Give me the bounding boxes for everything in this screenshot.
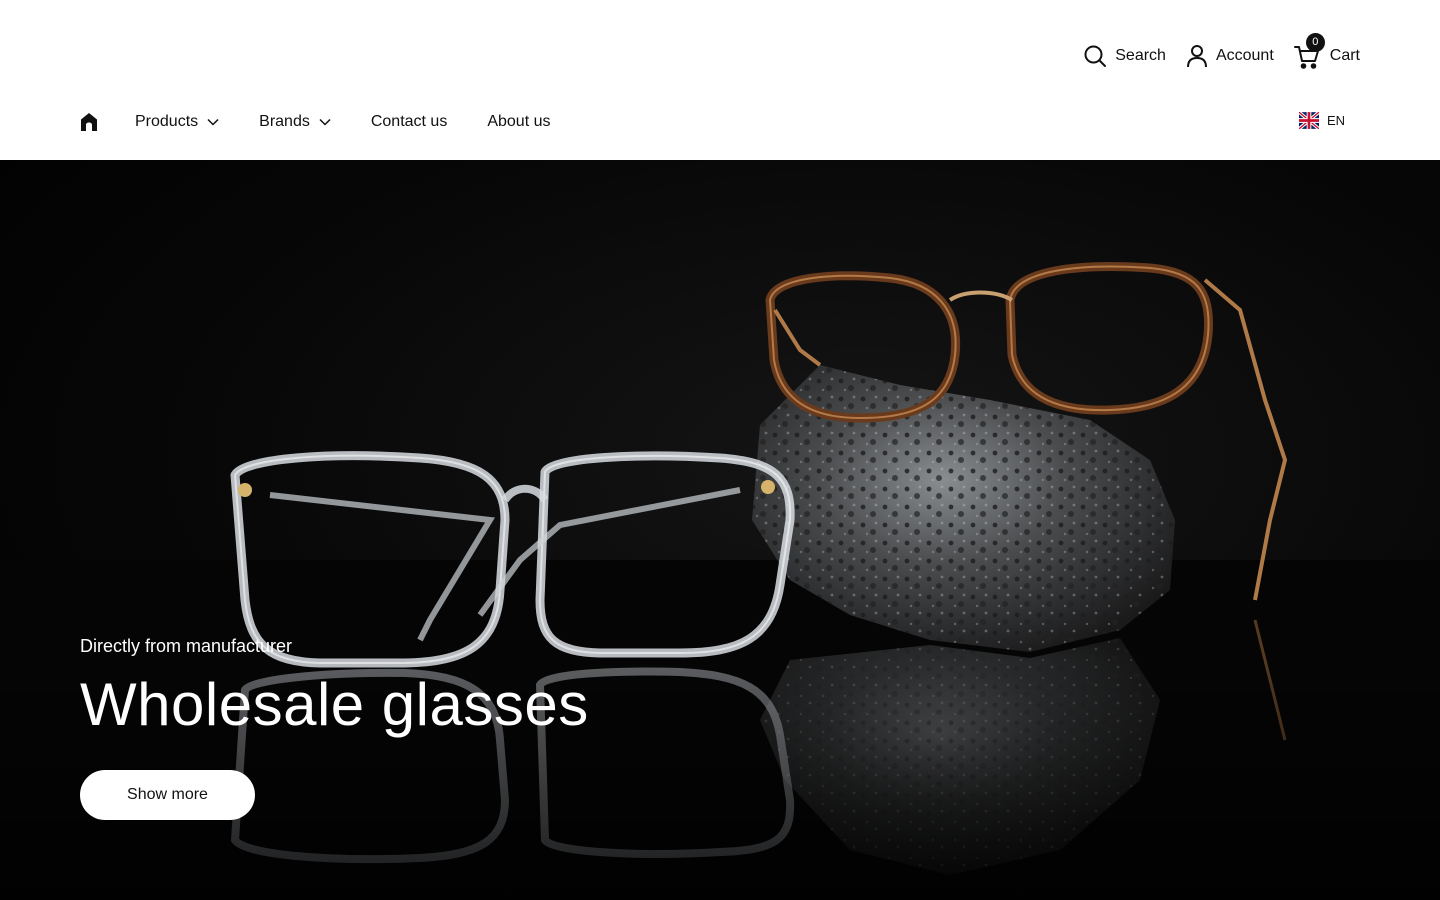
language-selector[interactable]: EN (1298, 112, 1345, 129)
account-label: Account (1215, 47, 1274, 64)
nav-item-label: Brands (259, 113, 310, 130)
nav-item-label: About us (487, 113, 551, 130)
cart-label: Cart (1329, 47, 1360, 64)
hero-title: Wholesale glasses (80, 671, 589, 738)
user-icon (1186, 45, 1207, 68)
nav-item-products[interactable]: Products (135, 113, 219, 131)
show-more-button[interactable]: Show more (80, 770, 255, 820)
chevron-down-icon (319, 118, 331, 126)
main-navigation: Products Brands Contact us About us (80, 106, 590, 138)
nav-item-label: Contact us (370, 113, 448, 130)
hero-banner: Directly from manufacturer Wholesale gla… (0, 160, 1440, 900)
nav-item-label: Products (135, 113, 199, 130)
uk-flag-icon (1298, 112, 1319, 129)
cart-count-badge: 0 (1305, 33, 1325, 52)
nav-item-about[interactable]: About us (487, 113, 550, 131)
utility-bar: Search Account 0 Cart (1083, 33, 1360, 72)
nav-item-contact[interactable]: Contact us (371, 113, 447, 131)
hero-subtitle: Directly from manufacturer (80, 636, 293, 656)
cart-button[interactable]: 0 Cart (1293, 33, 1360, 70)
language-label: EN (1326, 113, 1345, 128)
search-icon (1084, 45, 1107, 67)
nav-item-brands[interactable]: Brands (259, 113, 331, 131)
search-button[interactable]: Search (1083, 44, 1166, 68)
search-label: Search (1115, 47, 1166, 64)
chevron-down-icon (207, 118, 219, 126)
account-button[interactable]: Account (1186, 44, 1274, 68)
site-header: Search Account 0 Cart Products Brands Co… (0, 0, 1440, 160)
home-icon[interactable] (80, 112, 98, 132)
